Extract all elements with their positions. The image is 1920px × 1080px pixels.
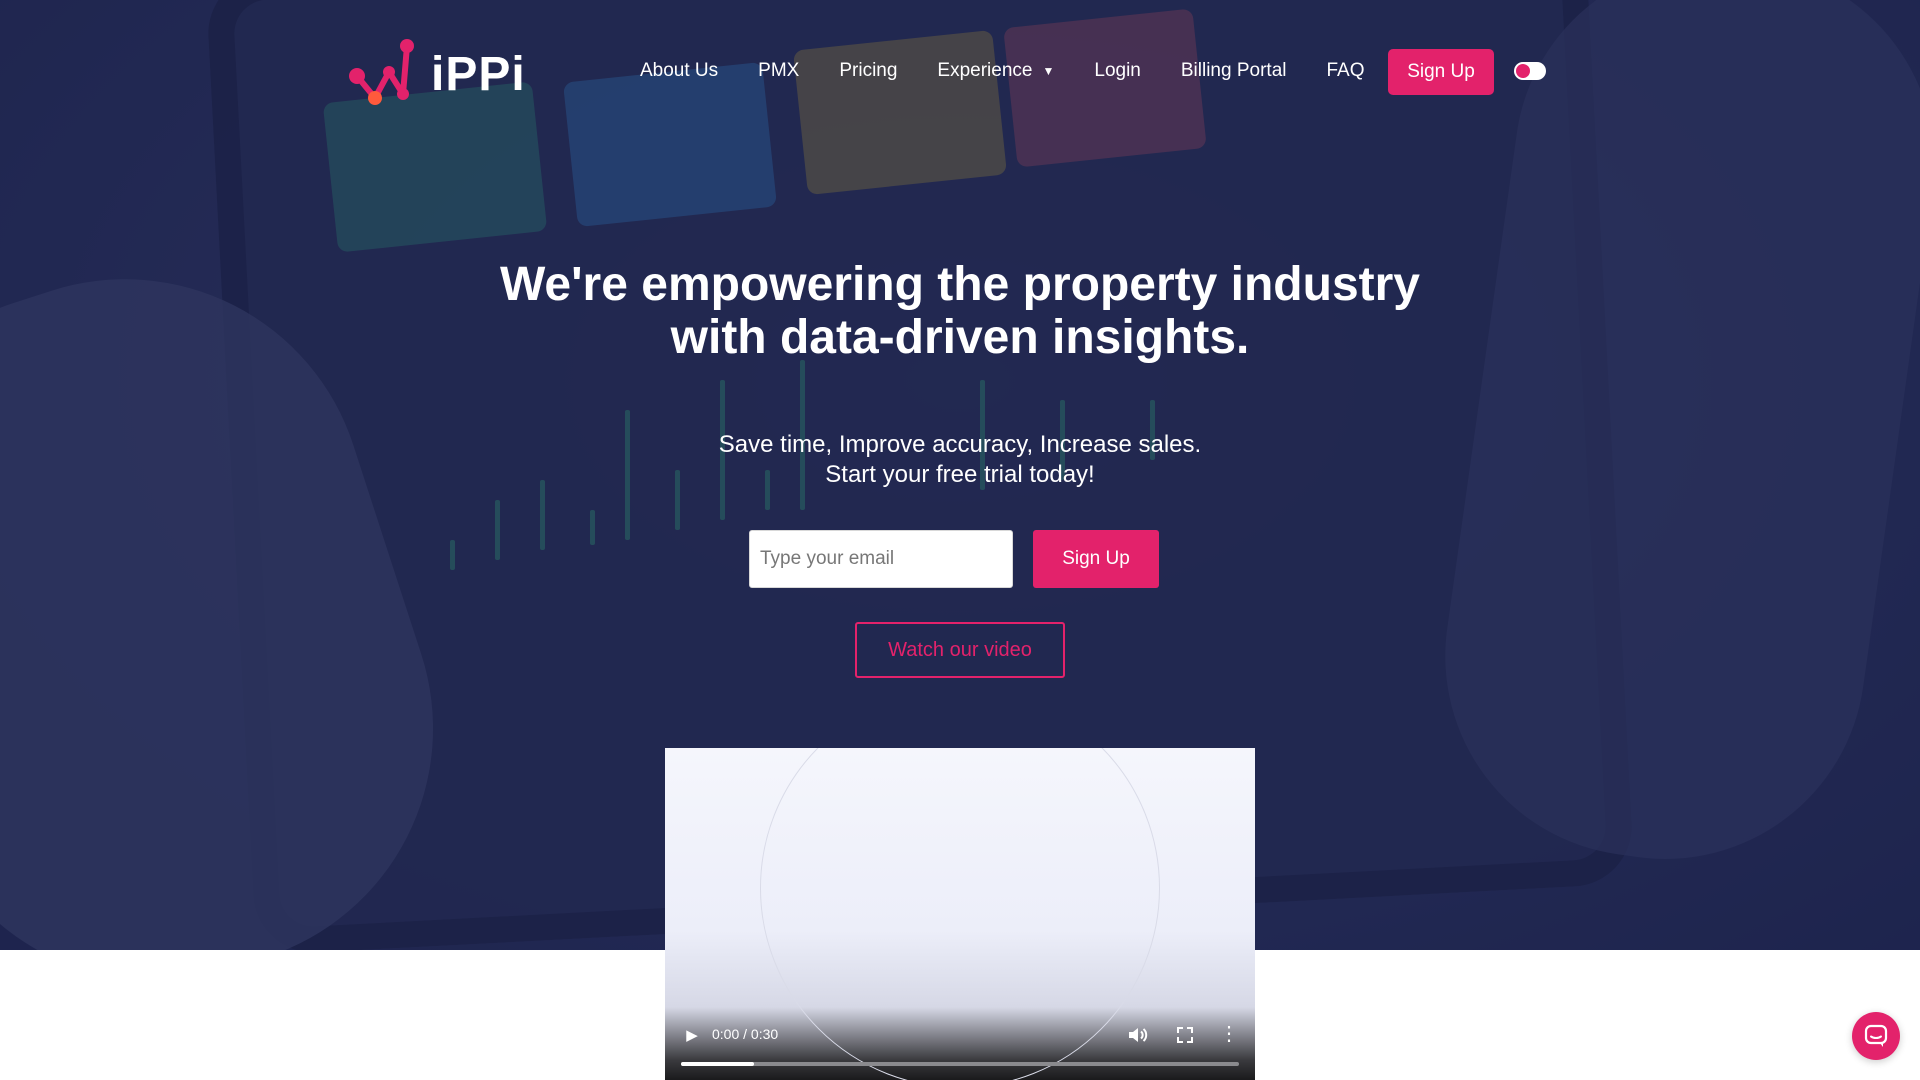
main-nav: About Us PMX Pricing Experience ▼ Login B… [640,48,1405,94]
video-time-display: 0:00 / 0:30 [712,1026,779,1042]
chat-bubble-icon [1864,1024,1888,1047]
caret-down-icon: ▼ [1042,64,1055,78]
hero-headline: We're empowering the property industry w… [460,258,1460,364]
theme-toggle[interactable] [1514,62,1546,80]
nav-item-label: FAQ [1326,60,1365,81]
brand-logo[interactable]: iPPi [345,34,535,114]
network-nodes-logo [349,39,414,105]
headline-line-1: We're empowering the property industry [499,258,1420,311]
header-sign-up-button[interactable]: Sign Up [1388,49,1494,95]
nav-item-label: About Us [640,60,719,81]
subtext-line-1: Save time, Improve accuracy, Increase sa… [718,431,1202,458]
nav-item-login[interactable]: Login [1094,60,1141,82]
nav-item-label: PMX [758,60,800,81]
chat-launcher-button[interactable] [1852,1012,1900,1060]
volume-icon[interactable] [1125,1023,1149,1047]
hero-sign-up-button[interactable]: Sign Up [1033,530,1159,588]
email-input[interactable] [749,530,1013,588]
nav-item-label: Login [1094,60,1141,81]
video-progress-bar[interactable] [681,1062,1239,1066]
video-controls: ▶ 0:00 / 0:30 ⋮ [665,1010,1255,1080]
nav-item-about-us[interactable]: About Us [640,60,718,82]
nav-item-pricing[interactable]: Pricing [839,60,897,82]
toggle-knob [1516,64,1530,78]
more-options-icon[interactable]: ⋮ [1219,1023,1239,1047]
fullscreen-icon[interactable] [1173,1023,1197,1047]
subtext-line-2: Start your free trial today! [825,461,1095,488]
nav-item-label: Experience [937,60,1033,81]
nav-item-experience[interactable]: Experience ▼ [937,60,1054,82]
headline-line-2: with data-driven insights. [670,311,1250,364]
nav-item-pmx[interactable]: PMX [758,60,799,82]
watch-video-button[interactable]: Watch our video [855,622,1065,678]
brand-name: iPPi [431,47,526,101]
play-icon[interactable]: ▶ [681,1024,703,1046]
video-progress-fill [681,1062,754,1066]
video-player[interactable]: ▶ 0:00 / 0:30 ⋮ [665,748,1255,1080]
nav-item-label: Billing Portal [1180,60,1287,81]
nav-item-faq[interactable]: FAQ [1326,60,1364,82]
hero-subtext: Save time, Improve accuracy, Increase sa… [560,430,1360,490]
nav-item-label: Pricing [839,60,898,81]
nav-item-billing-portal[interactable]: Billing Portal [1181,60,1287,82]
